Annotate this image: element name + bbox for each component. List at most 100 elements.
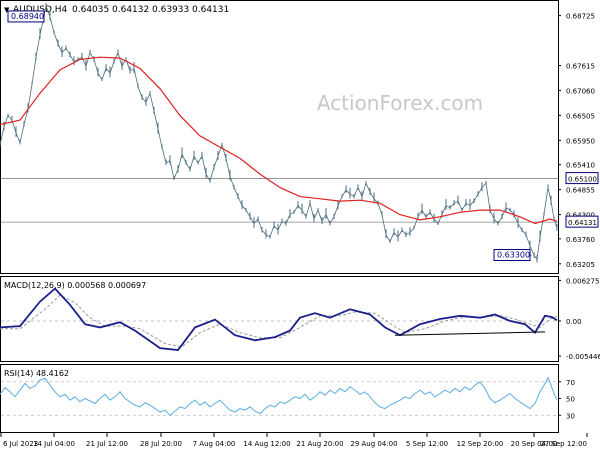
- price-bar-link: [113, 52, 119, 62]
- price-bar-link: [69, 54, 75, 62]
- price-bar-link: [157, 129, 163, 148]
- price-layer: 0.68725 0.67615 0.67060 0.66505 0.65950 0.654…: [0, 2, 599, 269]
- price-bar-link: [85, 52, 91, 67]
- price-bar-link: [65, 48, 71, 56]
- price-bar-link: [165, 160, 171, 164]
- x-tick-label: 29 Aug 04:00: [350, 440, 397, 448]
- price-bar-link: [109, 61, 115, 74]
- price-bar-link: [441, 205, 447, 215]
- macd-y-tick-label: 0.00: [566, 318, 582, 326]
- price-level-label: 0.65100: [568, 176, 597, 184]
- price-annotation-label: 0.63300: [497, 251, 530, 260]
- price-bar-link: [245, 209, 251, 218]
- price-bar-link: [269, 225, 275, 238]
- price-bar-link: [493, 218, 499, 224]
- price-bar-link: [213, 155, 219, 168]
- price-bar-link: [536, 236, 541, 260]
- rsi-line: [0, 376, 558, 416]
- price-bar-link: [445, 205, 451, 209]
- panel-frames: [0, 0, 559, 433]
- price-bar-link: [313, 209, 319, 220]
- price-bar-link: [377, 203, 383, 215]
- price-bar-link: [101, 68, 107, 80]
- price-y-tick-label: 0.63205: [566, 261, 595, 269]
- price-bar-link: [293, 205, 299, 213]
- price-bar-link: [257, 218, 263, 231]
- price-bar-link: [385, 234, 391, 242]
- rsi-y-tick-label: 70: [566, 379, 575, 387]
- x-tick-label: 5 Sep 12:00: [406, 440, 448, 448]
- price-bar-link: [543, 187, 549, 215]
- price-bar-link: [481, 182, 487, 188]
- moving-average-line: [0, 56, 558, 225]
- price-bar-link: [181, 153, 187, 164]
- price-bar-link: [189, 155, 195, 170]
- price-bar-link: [365, 182, 371, 193]
- price-bar-link: [517, 223, 523, 231]
- price-bar-link: [15, 132, 21, 143]
- price-bar-link: [453, 200, 459, 204]
- rsi-layer: 70 50 30: [0, 376, 575, 420]
- price-bar-link: [309, 203, 315, 220]
- price-bar-link: [525, 234, 531, 247]
- x-tick-label: 12 Sep 20:00: [457, 440, 504, 448]
- price-bar-link: [193, 155, 199, 164]
- price-bar-link: [539, 214, 545, 238]
- price-annotation-label: 0.68940: [11, 12, 44, 21]
- price-bar-link: [305, 203, 311, 217]
- price-bar-link: [409, 227, 415, 233]
- macd-trend-line: [394, 331, 546, 336]
- price-bar-link: [473, 194, 479, 202]
- price-bar-link: [397, 230, 403, 238]
- price-bar-link: [417, 209, 423, 218]
- x-tick-label: 27 Sep 12:00: [540, 440, 587, 448]
- price-bar-link: [349, 193, 355, 197]
- price-bar-link: [93, 59, 99, 74]
- price-bar-link: [137, 86, 143, 98]
- price-bar-link: [133, 68, 139, 87]
- price-y-tick-label: 0.65410: [566, 162, 595, 170]
- price-bar-link: [161, 147, 167, 163]
- price-bar-link: [401, 230, 407, 236]
- macd-y-tick-label: -0.005446: [566, 353, 600, 361]
- x-tick-label: 21 Aug 20:00: [296, 440, 343, 448]
- price-bar-link: [35, 34, 41, 58]
- price-bar-link: [205, 173, 211, 182]
- price-bar-link: [333, 205, 339, 217]
- price-bar-link: [3, 115, 9, 128]
- price-y-tick-label: 0.63760: [566, 236, 595, 244]
- price-bar-link: [405, 232, 411, 236]
- price-bar-link: [547, 187, 552, 202]
- price-bar-link: [477, 187, 483, 195]
- price-bar-link: [289, 211, 295, 215]
- price-bar-link: [105, 68, 111, 74]
- price-bar-link: [489, 209, 495, 220]
- price-panel-frame: [0, 0, 559, 274]
- price-y-tick-label: 0.64855: [566, 187, 595, 195]
- price-bar-link: [361, 182, 367, 197]
- x-tick-label: 7 Aug 04:00: [193, 440, 236, 448]
- price-bar-link: [449, 203, 455, 209]
- x-tick-label: 28 Jul 20:00: [140, 440, 182, 448]
- price-bar-link: [39, 21, 44, 35]
- price-bar-link: [393, 232, 399, 238]
- price-bar-link: [421, 209, 427, 218]
- price-y-tick-label: 0.65950: [566, 137, 595, 145]
- price-bar-link: [19, 124, 25, 143]
- header-close: 0.64131: [192, 5, 229, 15]
- x-tick-label: 14 Jul 04:00: [33, 440, 75, 448]
- price-bar-link: [369, 191, 375, 200]
- price-bar-link: [550, 201, 555, 220]
- price-bar-link: [381, 214, 387, 235]
- price-bar-link: [469, 200, 475, 206]
- rsi-y-tick-label: 50: [566, 396, 575, 404]
- x-axis: 6 Jul 202314 Jul 04:00 21 Jul 12:00 28 Jul…: [0, 433, 588, 448]
- price-bar-link: [221, 144, 227, 159]
- price-bar-link: [53, 32, 59, 44]
- price-bar-link: [301, 209, 307, 218]
- price-bar-link: [277, 221, 283, 231]
- price-bar-link: [149, 93, 155, 112]
- x-tick-label: 14 Aug 12:00: [243, 440, 290, 448]
- price-bar-link: [7, 115, 13, 121]
- macd-label: MACD(12,26,9) 0.000568 0.000697: [4, 281, 146, 290]
